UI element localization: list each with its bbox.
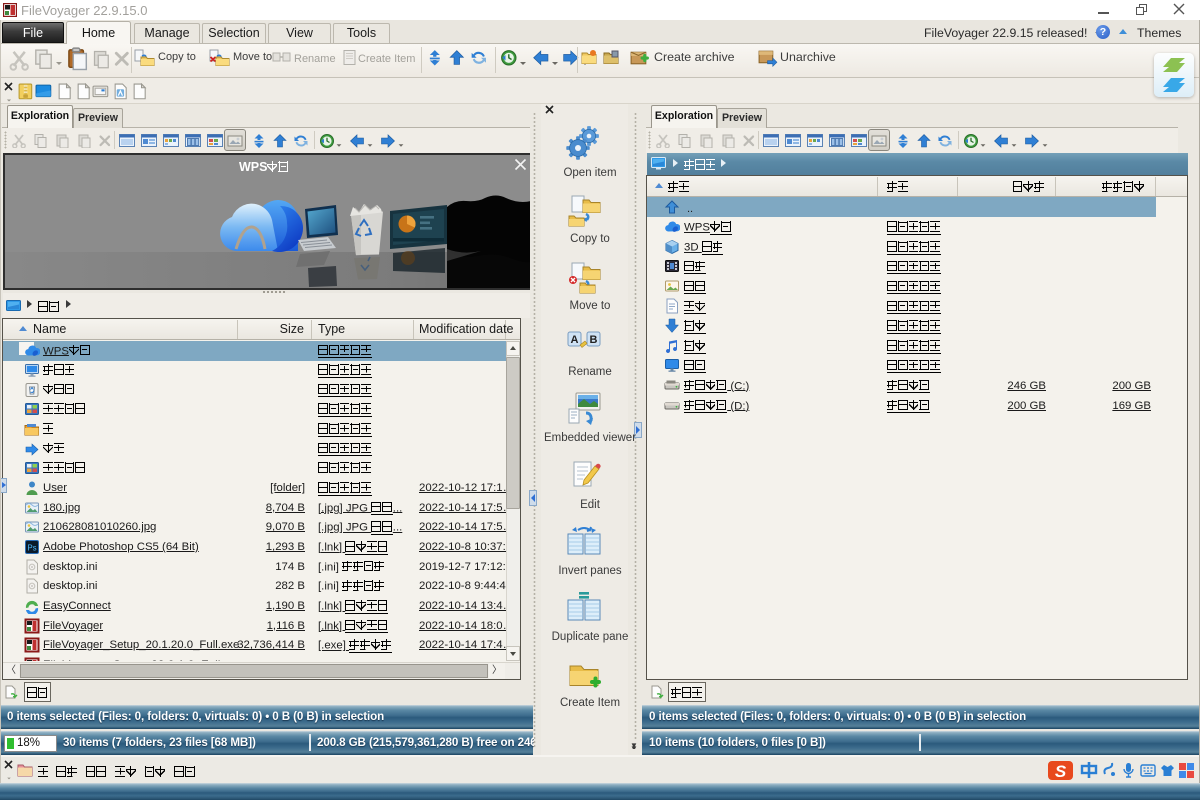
svg-text:A: A (571, 334, 579, 346)
svg-text:S: S (1055, 762, 1067, 781)
svg-text:B: B (590, 334, 598, 346)
svg-text:Ps: Ps (27, 544, 36, 553)
